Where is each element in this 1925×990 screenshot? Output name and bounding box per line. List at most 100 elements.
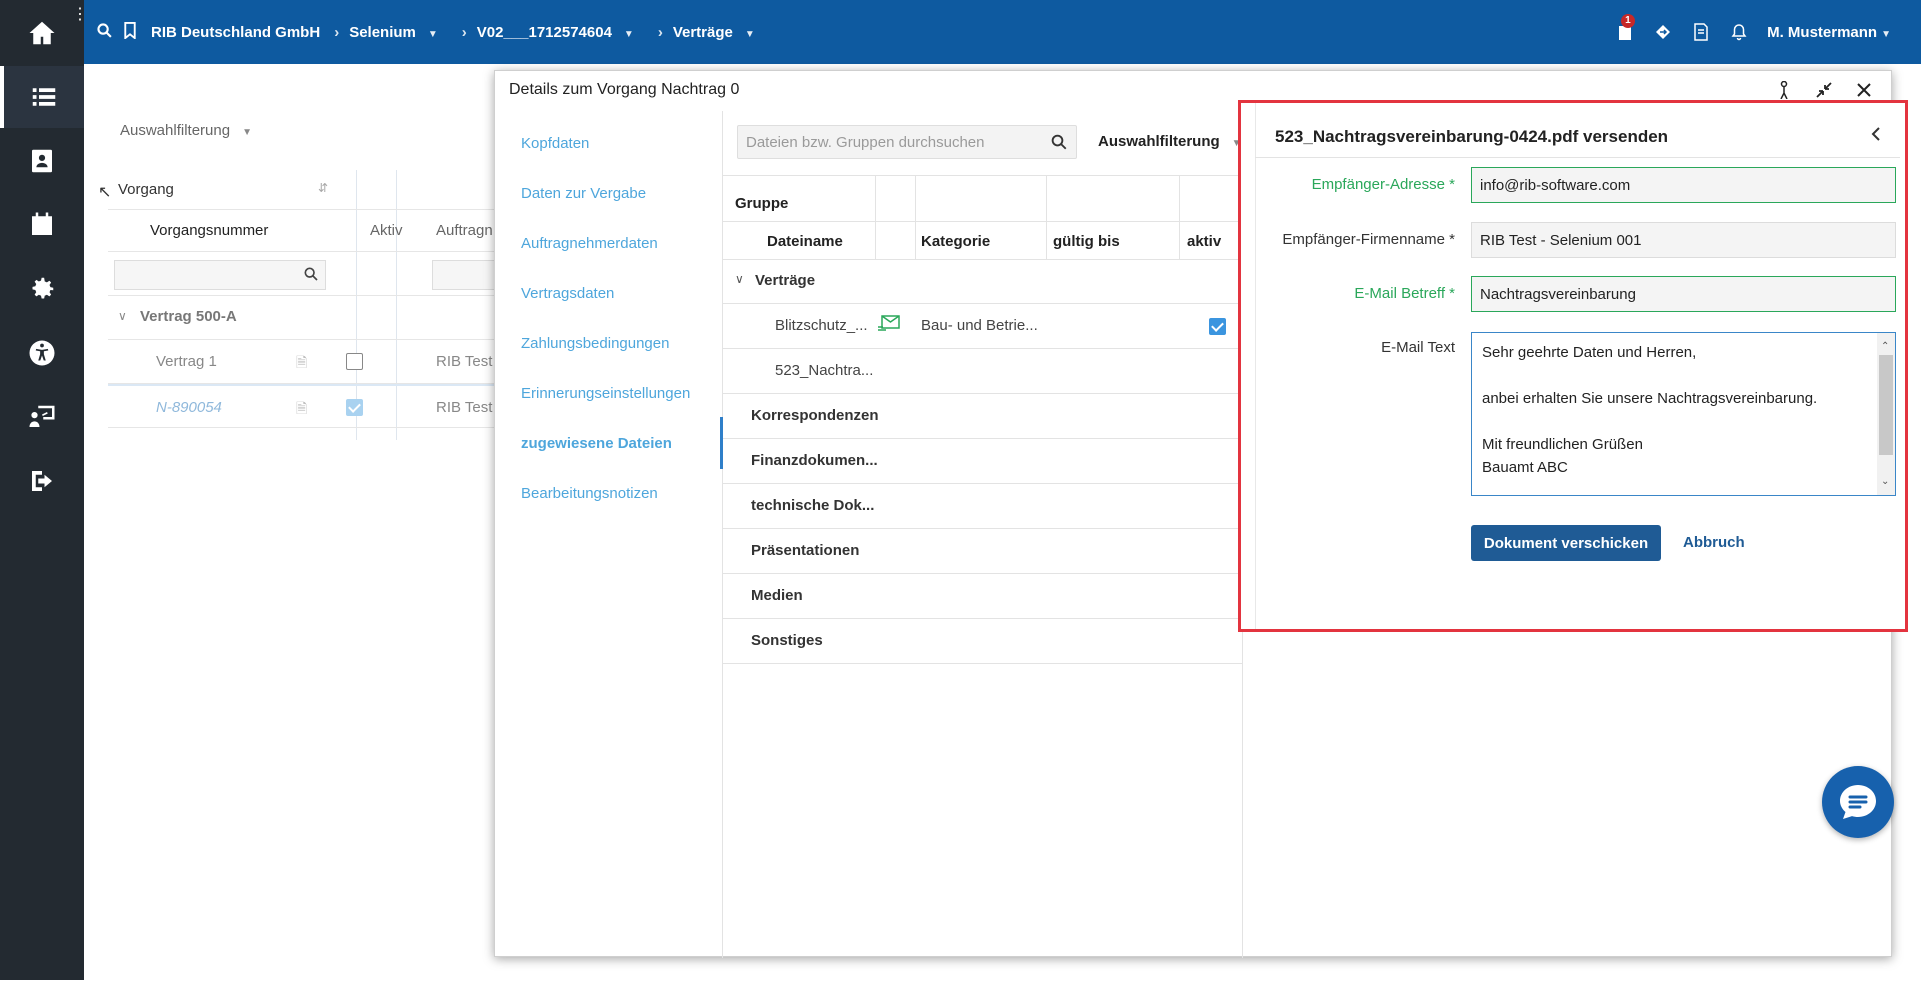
send-mail-icon[interactable] — [877, 315, 901, 337]
mouse-cursor-icon: ↖ — [98, 184, 112, 201]
group-row[interactable]: Finanzdokumen... — [723, 439, 1243, 484]
email-text-line: anbei erhalten Sie unsere Nachtragsverei… — [1482, 390, 1818, 407]
calendar-icon[interactable] — [0, 194, 84, 256]
group-row[interactable]: Korrespondenzen — [723, 394, 1243, 439]
filter-input[interactable] — [114, 260, 326, 290]
col-aktiv[interactable]: Aktiv — [370, 222, 403, 239]
bell-icon[interactable] — [1729, 22, 1749, 42]
breadcrumb-company[interactable]: RIB Deutschland GmbH — [151, 24, 320, 41]
label-email-betreff: E-Mail Betreff * — [1354, 285, 1455, 302]
nav-daten-zur-vergabe[interactable]: Daten zur Vergabe — [521, 185, 646, 202]
col-auftrag[interactable]: Auftragn — [436, 222, 493, 239]
group-row[interactable]: Präsentationen — [723, 529, 1243, 574]
group-row[interactable]: Sonstiges — [723, 619, 1243, 664]
send-document-button[interactable]: Dokument verschicken — [1471, 525, 1661, 561]
minimize-icon[interactable] — [1815, 81, 1833, 99]
breadcrumb-version-label: V02___1712574604 — [476, 23, 612, 41]
nav-kopfdaten[interactable]: Kopfdaten — [521, 135, 589, 152]
email-text-blank — [1482, 364, 1885, 387]
group-label: Medien — [751, 587, 803, 604]
nav-erinnerungseinstellungen[interactable]: Erinnerungseinstellungen — [521, 385, 690, 402]
search-icon — [303, 266, 319, 286]
chat-button[interactable] — [1822, 766, 1894, 838]
group-header-label[interactable]: Vorgang — [118, 181, 174, 198]
person-icon[interactable] — [1775, 81, 1793, 99]
row-auftrag: RIB Test — [436, 399, 493, 416]
contacts-icon[interactable] — [0, 130, 84, 192]
search-icon[interactable] — [1050, 133, 1068, 155]
nav-auftragnehmerdaten[interactable]: Auftragnehmerdaten — [521, 235, 658, 252]
group-label: Korrespondenzen — [751, 407, 879, 424]
document-icon: 🗎 — [296, 400, 308, 416]
empfaenger-adresse-input[interactable]: info@rib-software.com — [1471, 167, 1896, 203]
active-checkbox[interactable] — [346, 353, 363, 370]
email-betreff-input[interactable]: Nachtragsvereinbarung — [1471, 276, 1896, 312]
divider — [1255, 157, 1900, 158]
user-menu[interactable]: M. Mustermann ▼ — [1767, 24, 1891, 41]
group-row[interactable]: Medien — [723, 574, 1243, 619]
chevron-down-icon: ▼ — [427, 28, 438, 40]
files-search-input[interactable]: Dateien bzw. Gruppen durchsuchen — [737, 125, 1077, 159]
col-aktiv[interactable]: aktiv — [1187, 233, 1221, 250]
breadcrumb-project[interactable]: Selenium ▼ — [349, 24, 448, 41]
email-text-line: Mit freundlichen Grüßen — [1482, 436, 1643, 453]
col-gueltig-bis[interactable]: gültig bis — [1053, 233, 1120, 250]
breadcrumb-module[interactable]: Verträge ▼ — [673, 24, 765, 41]
group-row-vertraege[interactable]: ∨ Verträge — [723, 259, 1243, 304]
file-row[interactable]: 523_Nachtra... — [723, 349, 1243, 394]
col-gruppe[interactable]: Gruppe — [735, 195, 788, 212]
document-edit-icon[interactable] — [1691, 22, 1711, 42]
nav-zugewiesene-dateien[interactable]: zugewiesene Dateien — [521, 435, 672, 452]
col-kategorie[interactable]: Kategorie — [921, 233, 990, 250]
table-row[interactable]: Vertrag 1 🗎 RIB Test — [108, 340, 518, 384]
chevron-down-icon[interactable]: ∨ — [118, 309, 127, 323]
files-search-placeholder: Dateien bzw. Gruppen durchsuchen — [746, 134, 985, 151]
shortcut-icon[interactable] — [1653, 22, 1673, 42]
files-filter-label: Auswahlfilterung — [1098, 133, 1220, 150]
tasks-icon[interactable]: 1 — [1615, 14, 1635, 42]
group-row[interactable]: technische Dok... — [723, 484, 1243, 529]
home-icon[interactable] — [0, 2, 84, 64]
column-divider — [1046, 175, 1047, 259]
close-icon[interactable] — [1855, 81, 1873, 99]
file-category: Bau- und Betrie... — [921, 317, 1038, 334]
settings-gear-icon[interactable] — [0, 258, 84, 320]
nav-bearbeitungsnotizen[interactable]: Bearbeitungsnotizen — [521, 485, 658, 502]
label-empfaenger-firmenname: Empfänger-Firmenname * — [1282, 231, 1455, 248]
breadcrumb-chevron-icon: › — [334, 23, 340, 41]
col-dateiname[interactable]: Dateiname — [767, 233, 843, 250]
nav-vertragsdaten[interactable]: Vertragsdaten — [521, 285, 614, 302]
presentation-user-icon[interactable] — [0, 386, 84, 448]
scrollbar-thumb[interactable] — [1879, 355, 1893, 455]
chevron-left-icon[interactable] — [1871, 127, 1881, 146]
list-icon[interactable] — [0, 66, 84, 128]
file-row[interactable]: Blitzschutz_... Bau- und Betrie... — [723, 304, 1243, 349]
chevron-down-icon[interactable]: ∨ — [735, 272, 744, 286]
logout-icon[interactable] — [0, 450, 84, 512]
empfaenger-firmenname-input[interactable]: RIB Test - Selenium 001 — [1471, 222, 1896, 258]
send-panel-title: 523_Nachtragsvereinbarung-0424.pdf verse… — [1275, 127, 1669, 146]
table-row[interactable]: N-890054 🗎 RIB Test — [108, 384, 518, 428]
text-scrollbar[interactable]: ⌃ ⌄ — [1877, 333, 1895, 495]
col-vorgangsnummer[interactable]: Vorgangsnummer — [150, 222, 268, 239]
dialog-title: Details zum Vorgang Nachtrag 0 — [509, 81, 740, 98]
group-row[interactable]: ∨ Vertrag 500-A — [108, 296, 518, 340]
sort-icon[interactable]: ⇵ — [318, 181, 328, 195]
background-filter-dropdown[interactable]: Auswahlfilterung ▼ — [120, 122, 252, 139]
nav-zahlungsbedingungen[interactable]: Zahlungsbedingungen — [521, 335, 669, 352]
topbar-actions: 1 M. Mustermann ▼ — [1615, 0, 1891, 64]
chat-icon — [1840, 785, 1876, 819]
search-icon[interactable] — [96, 22, 113, 43]
accessibility-icon[interactable] — [0, 322, 84, 384]
files-filter-dropdown[interactable]: Auswahlfilterung ▼ — [1098, 133, 1242, 150]
file-active-checkbox[interactable] — [1209, 318, 1226, 335]
breadcrumb-version[interactable]: V02___1712574604 ▼ — [477, 24, 644, 41]
active-checkbox[interactable] — [346, 399, 363, 416]
bookmark-icon[interactable] — [123, 21, 137, 43]
file-name: Blitzschutz_... — [775, 317, 868, 334]
email-text-area[interactable]: Sehr geehrte Daten und Herren, anbei erh… — [1471, 332, 1896, 496]
cancel-button[interactable]: Abbruch — [1683, 534, 1745, 551]
label-email-text: E-Mail Text — [1381, 339, 1455, 356]
chevron-down-icon[interactable]: ⌄ — [1881, 470, 1889, 493]
group-label: Verträge — [755, 272, 816, 289]
